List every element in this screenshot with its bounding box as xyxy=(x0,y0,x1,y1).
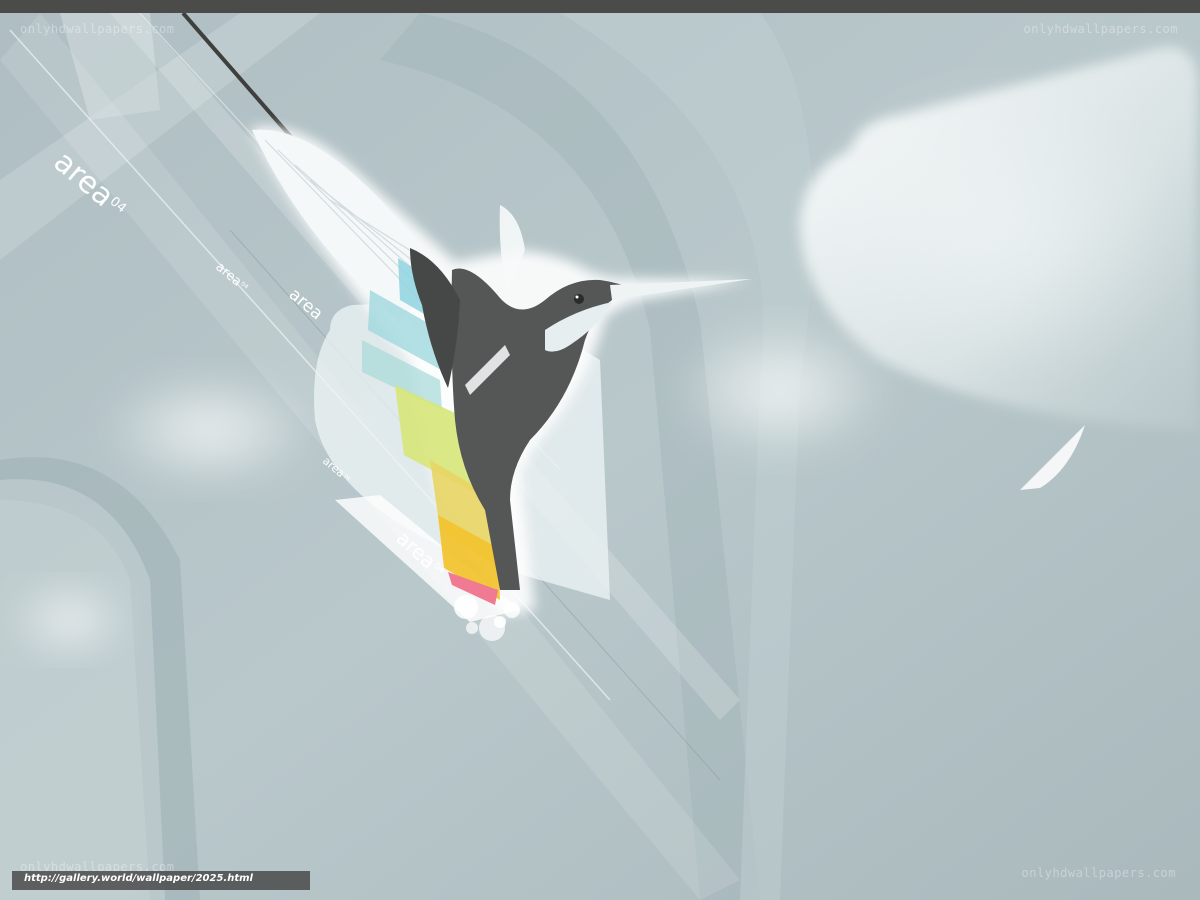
watermark-top-right: onlyhdwallpapers.com xyxy=(1023,22,1178,36)
watermark-top-left: onlyhdwallpapers.com xyxy=(20,22,175,36)
wallpaper-illustration: area 04 area 04 area area 04 area 04 xyxy=(0,13,1200,900)
gallery-url-link[interactable]: http://gallery.world/wallpaper/2025.html xyxy=(24,873,253,884)
top-bar xyxy=(0,0,1200,13)
watermark-bottom-right: onlyhdwallpapers.com xyxy=(1021,866,1176,880)
wallpaper-scene: area 04 area 04 area area 04 area 04 xyxy=(0,13,1200,900)
